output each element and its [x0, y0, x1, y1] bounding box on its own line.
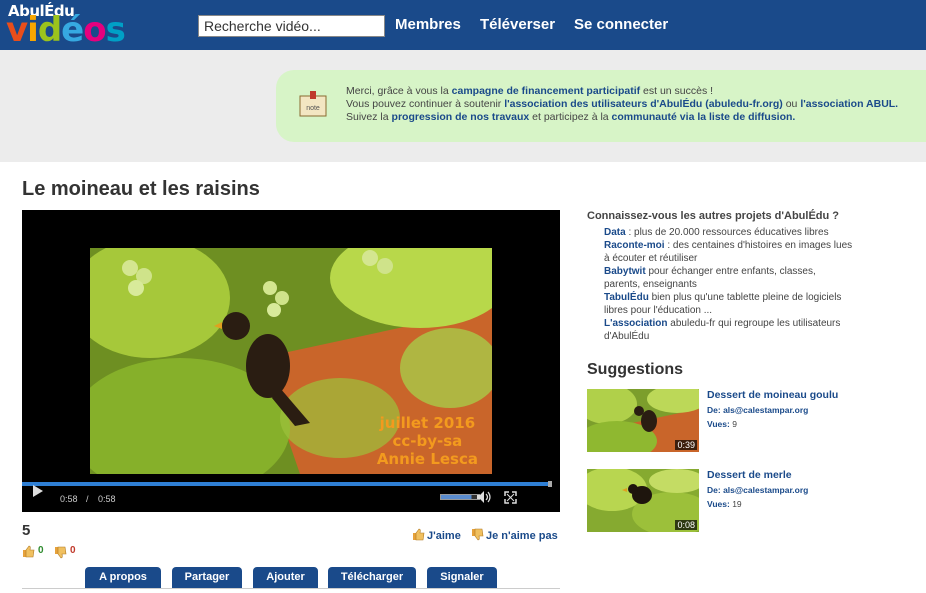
video-progress-bar[interactable] — [22, 482, 550, 486]
notice-text: Merci, grâce à vous la campagne de finan… — [346, 85, 898, 124]
suggestions-heading: Suggestions — [587, 361, 684, 378]
top-header: AbulÉdu vidéos Membres Téléverser Se con… — [0, 0, 926, 50]
thumbs-down-icon — [472, 528, 484, 541]
announcement-area: note Merci, grâce à vous la campagne de … — [0, 50, 926, 162]
video-player[interactable]: juillet 2016 cc-by-sa Annie Lesca 0:58 /… — [22, 210, 560, 512]
project-link-tabuledu[interactable]: TabulÉdu — [604, 292, 649, 303]
dislikes-count-icon — [55, 546, 67, 559]
suggestion-duration: 0:39 — [675, 440, 697, 450]
tab-share[interactable]: Partager — [172, 567, 242, 588]
suggestion-author: De: als@calestampar.org — [707, 485, 809, 495]
duration: 0:58 — [98, 494, 116, 504]
tab-download[interactable]: Télécharger — [328, 567, 416, 588]
project-association: L'association abuledu-fr qui regroupe le… — [604, 318, 841, 342]
current-time: 0:58 — [60, 494, 78, 504]
fullscreen-icon[interactable] — [504, 491, 517, 504]
project-raconte-moi: Raconte-moi : des centaines d'histoires … — [604, 240, 853, 264]
video-overlay-text: juillet 2016 cc-by-sa Annie Lesca — [376, 414, 478, 468]
project-data: Data : plus de 20.000 ressources éducati… — [604, 227, 829, 238]
project-link-data[interactable]: Data — [604, 227, 626, 238]
likes-count-icon — [23, 545, 35, 558]
notice-line-3: Suivez la progression de nos travaux et … — [346, 111, 796, 123]
svg-text:note: note — [306, 105, 320, 112]
suggestion-title[interactable]: Dessert de merle — [707, 469, 792, 481]
nav-upload[interactable]: Téléverser — [480, 16, 555, 33]
tab-report[interactable]: Signaler — [427, 567, 497, 588]
suggestion-duration: 0:08 — [675, 520, 697, 530]
project-link-association[interactable]: L'association — [604, 318, 668, 329]
volume-slider[interactable] — [440, 494, 480, 500]
suggestion-views: Vues: 9 — [707, 419, 737, 429]
funding-notice: note Merci, grâce à vous la campagne de … — [276, 70, 926, 142]
suggestion-author: De: als@calestampar.org — [707, 405, 809, 415]
suggestion-thumbnail[interactable]: 0:08 — [587, 469, 699, 532]
time-separator: / — [86, 494, 89, 504]
search-input[interactable] — [198, 15, 385, 37]
nav-members[interactable]: Membres — [395, 16, 461, 33]
progress-handle[interactable] — [548, 481, 552, 487]
video-tabs: A propos Partager Ajouter Télécharger Si… — [22, 567, 560, 589]
project-tabuledu: TabulÉdu bien plus qu'une tablette plein… — [604, 292, 842, 316]
view-count: 5 — [22, 522, 31, 539]
suggestion-thumbnail[interactable]: 0:39 — [587, 389, 699, 452]
notice-line-1: Merci, grâce à vous la campagne de finan… — [346, 85, 714, 97]
projects-heading: Connaissez-vous les autres projets d'Abu… — [587, 210, 839, 222]
crowdfunding-link[interactable]: campagne de financement participatif — [452, 85, 640, 97]
association-abul-link[interactable]: l'association ABUL. — [800, 98, 898, 110]
mailing-list-link[interactable]: communauté via la liste de diffusion. — [612, 111, 796, 123]
note-icon: note — [299, 91, 327, 117]
suggestion-title[interactable]: Dessert de moineau goulu — [707, 389, 838, 401]
nav-login[interactable]: Se connecter — [574, 16, 668, 33]
logo-bottom-text: vidéos — [6, 10, 126, 50]
project-babytwit: Babytwit pour échanger entre enfants, cl… — [604, 266, 816, 290]
association-users-link[interactable]: l'association des utilisateurs d'AbulÉdu… — [504, 98, 783, 110]
project-link-raconte-moi[interactable]: Raconte-moi — [604, 240, 665, 251]
abuledu-videos-logo[interactable]: AbulÉdu vidéos — [6, 2, 186, 48]
progress-link[interactable]: progression de nos travaux — [392, 111, 530, 123]
play-icon[interactable] — [32, 485, 44, 497]
video-frame[interactable]: juillet 2016 cc-by-sa Annie Lesca — [90, 248, 492, 474]
video-title: Le moineau et les raisins — [22, 178, 260, 200]
thumbs-up-icon — [413, 528, 425, 541]
notice-line-2: Vous pouvez continuer à soutenir l'assoc… — [346, 98, 899, 110]
like-button[interactable]: J'aime — [412, 528, 461, 542]
likes-count: 0 — [38, 545, 44, 556]
tab-add[interactable]: Ajouter — [253, 567, 318, 588]
dislikes-count: 0 — [70, 545, 76, 556]
volume-icon[interactable] — [476, 490, 492, 504]
project-link-babytwit[interactable]: Babytwit — [604, 266, 646, 277]
suggestion-views: Vues: 19 — [707, 499, 742, 509]
tab-about[interactable]: A propos — [85, 567, 161, 588]
dislike-button[interactable]: Je n'aime pas — [471, 528, 558, 542]
